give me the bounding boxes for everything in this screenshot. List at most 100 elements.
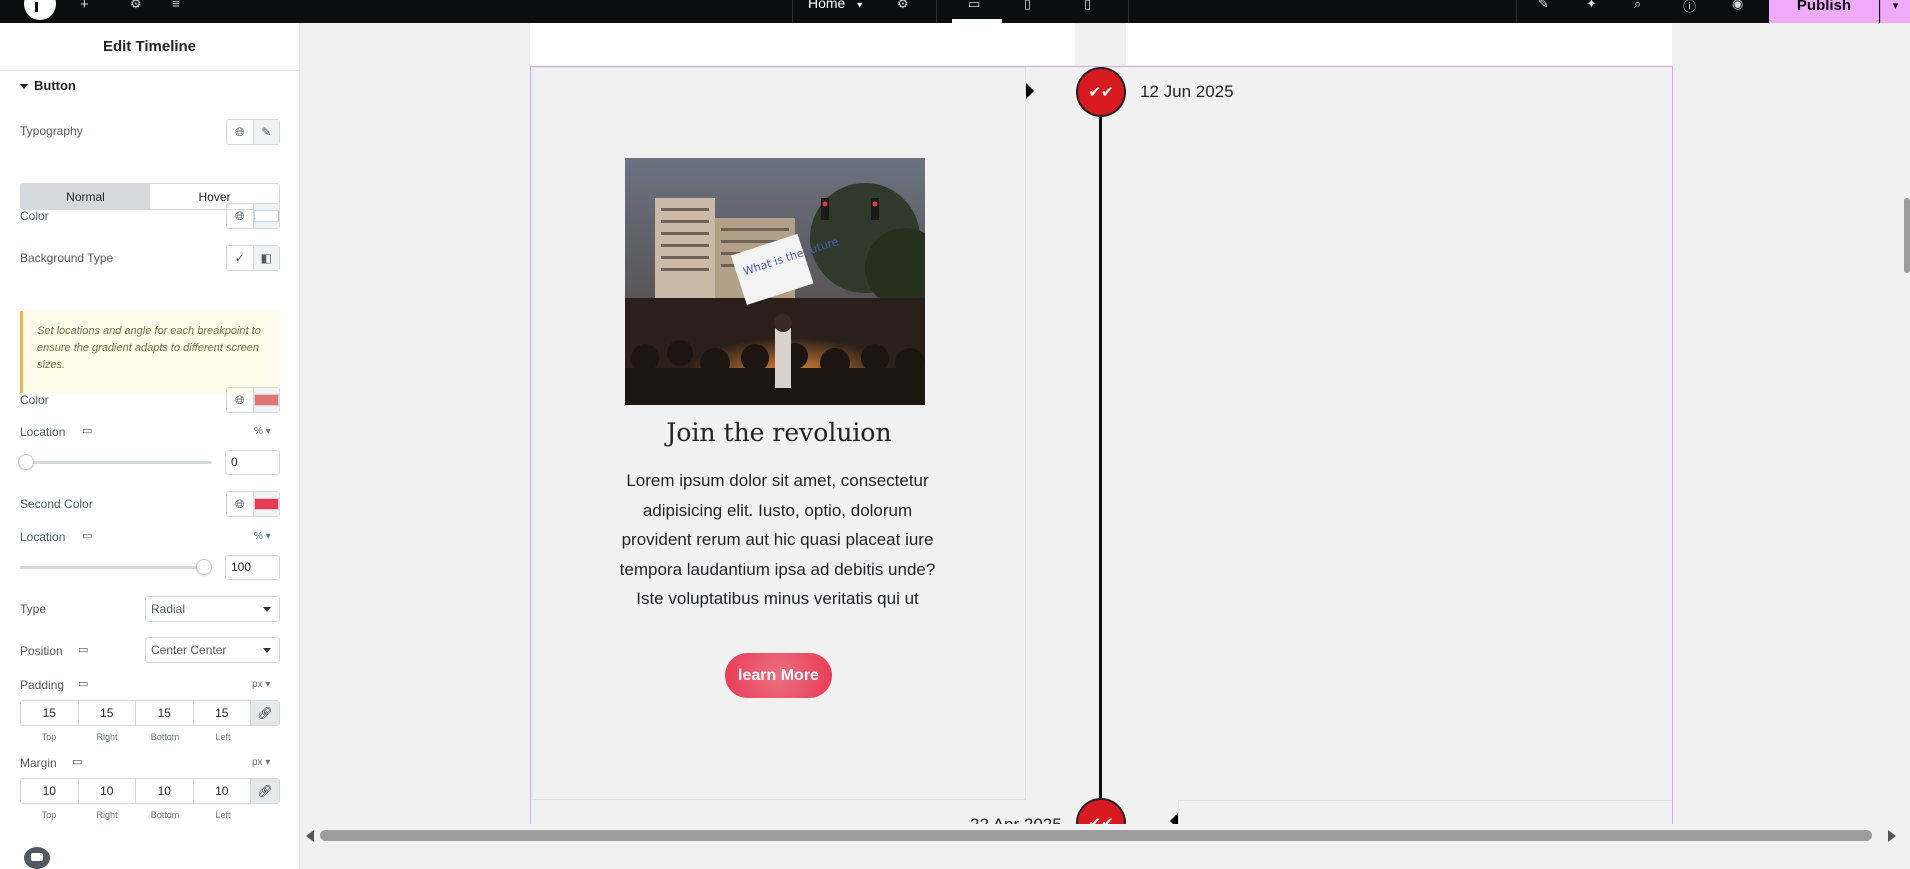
- responsive-desktop-icon[interactable]: ▭: [78, 643, 88, 656]
- vertical-scrollbar[interactable]: [1904, 23, 1910, 824]
- search-icon[interactable]: ⌕: [1634, 0, 1641, 12]
- page-settings-icon[interactable]: ⚙: [897, 0, 909, 12]
- color-swatch: [253, 210, 279, 222]
- divider: [936, 0, 937, 23]
- event-description: Lorem ipsum dolor sit amet, consectetur …: [619, 471, 936, 608]
- slider-handle[interactable]: [196, 559, 212, 575]
- mobile-view-icon[interactable]: ▯: [1084, 0, 1091, 12]
- typography-controls: 🌐︎ ✎: [226, 119, 280, 145]
- help-icon[interactable]: ⓘ: [1683, 0, 1696, 15]
- divider: [1128, 0, 1129, 23]
- margin-right-input[interactable]: 10: [79, 779, 136, 803]
- gradient-icon[interactable]: ◧: [252, 246, 279, 270]
- dim-label: Left: [215, 810, 231, 820]
- padding-top-input[interactable]: 15: [21, 701, 79, 725]
- unit-selector[interactable]: % ▾: [254, 531, 271, 542]
- unit-label: px: [252, 757, 263, 768]
- section-label: Button: [34, 78, 76, 93]
- publish-button[interactable]: Publish: [1769, 0, 1879, 23]
- location-slider[interactable]: [20, 559, 212, 575]
- unit-selector[interactable]: px ▾: [252, 679, 270, 690]
- page-selector[interactable]: Home ▾: [808, 0, 862, 11]
- location-input[interactable]: 0: [225, 450, 280, 475]
- location-slider[interactable]: [18, 454, 212, 470]
- responsive-desktop-icon[interactable]: ▭: [78, 677, 88, 690]
- add-element-icon[interactable]: +: [80, 0, 89, 13]
- event-title: Join the revoluion: [666, 418, 892, 447]
- dim-label: Bottom: [150, 732, 180, 742]
- background-type-label: Background Type: [20, 251, 114, 265]
- scroll-right-arrow-icon[interactable]: [1888, 830, 1896, 842]
- unit-selector[interactable]: % ▾: [254, 426, 271, 437]
- scrollbar-thumb[interactable]: [320, 830, 1872, 841]
- section-toggle-button[interactable]: Button: [20, 78, 76, 93]
- previous-event-card[interactable]: [1126, 23, 1672, 65]
- assistant-bot-icon[interactable]: [24, 847, 50, 869]
- padding-left-input[interactable]: 15: [194, 701, 251, 725]
- site-kit-icon[interactable]: ✎: [1538, 0, 1549, 12]
- color-picker[interactable]: [252, 388, 279, 412]
- padding-inputs: 15 15 15 15 🔗︎: [20, 700, 280, 726]
- margin-bottom-input[interactable]: 10: [136, 779, 194, 803]
- select-value: Radial: [151, 602, 186, 616]
- location-label: Location: [20, 530, 66, 544]
- caret-down-icon: [20, 84, 28, 90]
- chevron-down-icon: [263, 648, 271, 653]
- link-values-icon[interactable]: 🔗︎: [251, 701, 279, 725]
- card-pointer-arrow: [1026, 83, 1034, 99]
- slider-handle[interactable]: [18, 454, 34, 470]
- responsive-desktop-icon[interactable]: ▭: [72, 755, 82, 768]
- color-picker[interactable]: [252, 492, 279, 516]
- color-picker[interactable]: [252, 204, 279, 228]
- notifications-icon[interactable]: ✦: [1586, 0, 1597, 12]
- edit-pencil-icon[interactable]: ✎: [252, 120, 279, 144]
- scroll-left-arrow-icon[interactable]: [306, 830, 314, 842]
- elementor-logo-icon[interactable]: [24, 0, 56, 20]
- global-icon[interactable]: 🌐︎: [227, 120, 253, 144]
- second-color-controls: 🌐︎: [226, 491, 280, 517]
- link-values-icon[interactable]: 🔗︎: [251, 779, 279, 803]
- dim-label: Right: [96, 810, 118, 820]
- dim-label: Left: [215, 732, 231, 742]
- padding-bottom-input[interactable]: 15: [136, 701, 194, 725]
- divider: [1516, 0, 1517, 23]
- tablet-view-icon[interactable]: ▯: [1024, 0, 1031, 12]
- margin-left-input[interactable]: 10: [194, 779, 251, 803]
- margin-top-input[interactable]: 10: [21, 779, 79, 803]
- global-icon[interactable]: 🌐︎: [227, 388, 253, 412]
- dim-label: Top: [41, 810, 57, 820]
- location-input[interactable]: 100: [225, 555, 280, 580]
- desktop-view-icon[interactable]: ▭: [968, 0, 980, 12]
- global-icon[interactable]: 🌐︎: [227, 204, 253, 228]
- timeline-marker-check-icon: ✔✔: [1076, 67, 1126, 117]
- padding-label: Padding: [20, 678, 65, 692]
- gradient-type-select[interactable]: Radial: [145, 596, 280, 622]
- dim-label: Top: [41, 732, 57, 742]
- padding-right-input[interactable]: 15: [79, 701, 136, 725]
- chevron-down-icon: [263, 607, 271, 612]
- color-swatch: [253, 498, 279, 510]
- top-bar: + ⚙ ≡ Home ▾ ⚙ ▭ ▯ ▯ ✎ ✦ ⌕ ⓘ ◉ Publish ▾: [0, 0, 1910, 23]
- global-icon[interactable]: 🌐︎: [227, 492, 253, 516]
- tab-normal[interactable]: Normal: [21, 184, 150, 209]
- gradient-position-select[interactable]: Center Center: [145, 637, 280, 663]
- margin-dimension-labels: Top Right Bottom Left: [20, 810, 252, 820]
- structure-layers-icon[interactable]: ≡: [172, 0, 180, 11]
- scrollbar-thumb[interactable]: [1904, 198, 1910, 273]
- unit-label: %: [254, 426, 263, 437]
- responsive-desktop-icon[interactable]: ▭: [82, 424, 92, 437]
- classic-brush-icon[interactable]: ✓: [227, 246, 253, 270]
- dim-label: Bottom: [150, 810, 180, 820]
- padding-dimension-labels: Top Right Bottom Left: [20, 732, 252, 742]
- responsive-desktop-icon[interactable]: ▭: [82, 529, 92, 542]
- preview-icon[interactable]: ◉: [1732, 0, 1743, 12]
- unit-selector[interactable]: px ▾: [252, 757, 270, 768]
- publish-options-chevron-down-icon[interactable]: ▾: [1880, 0, 1910, 23]
- editor-canvas: ✔✔ 12 Jun 2025 What is the future Join t…: [300, 23, 1910, 830]
- horizontal-scrollbar[interactable]: [300, 824, 1910, 846]
- learn-more-button[interactable]: learn More: [725, 653, 832, 698]
- site-settings-icon[interactable]: ⚙: [130, 0, 142, 12]
- event-image[interactable]: What is the future: [625, 158, 925, 405]
- previous-event-card[interactable]: [530, 23, 1075, 65]
- dim-label: Right: [96, 732, 118, 742]
